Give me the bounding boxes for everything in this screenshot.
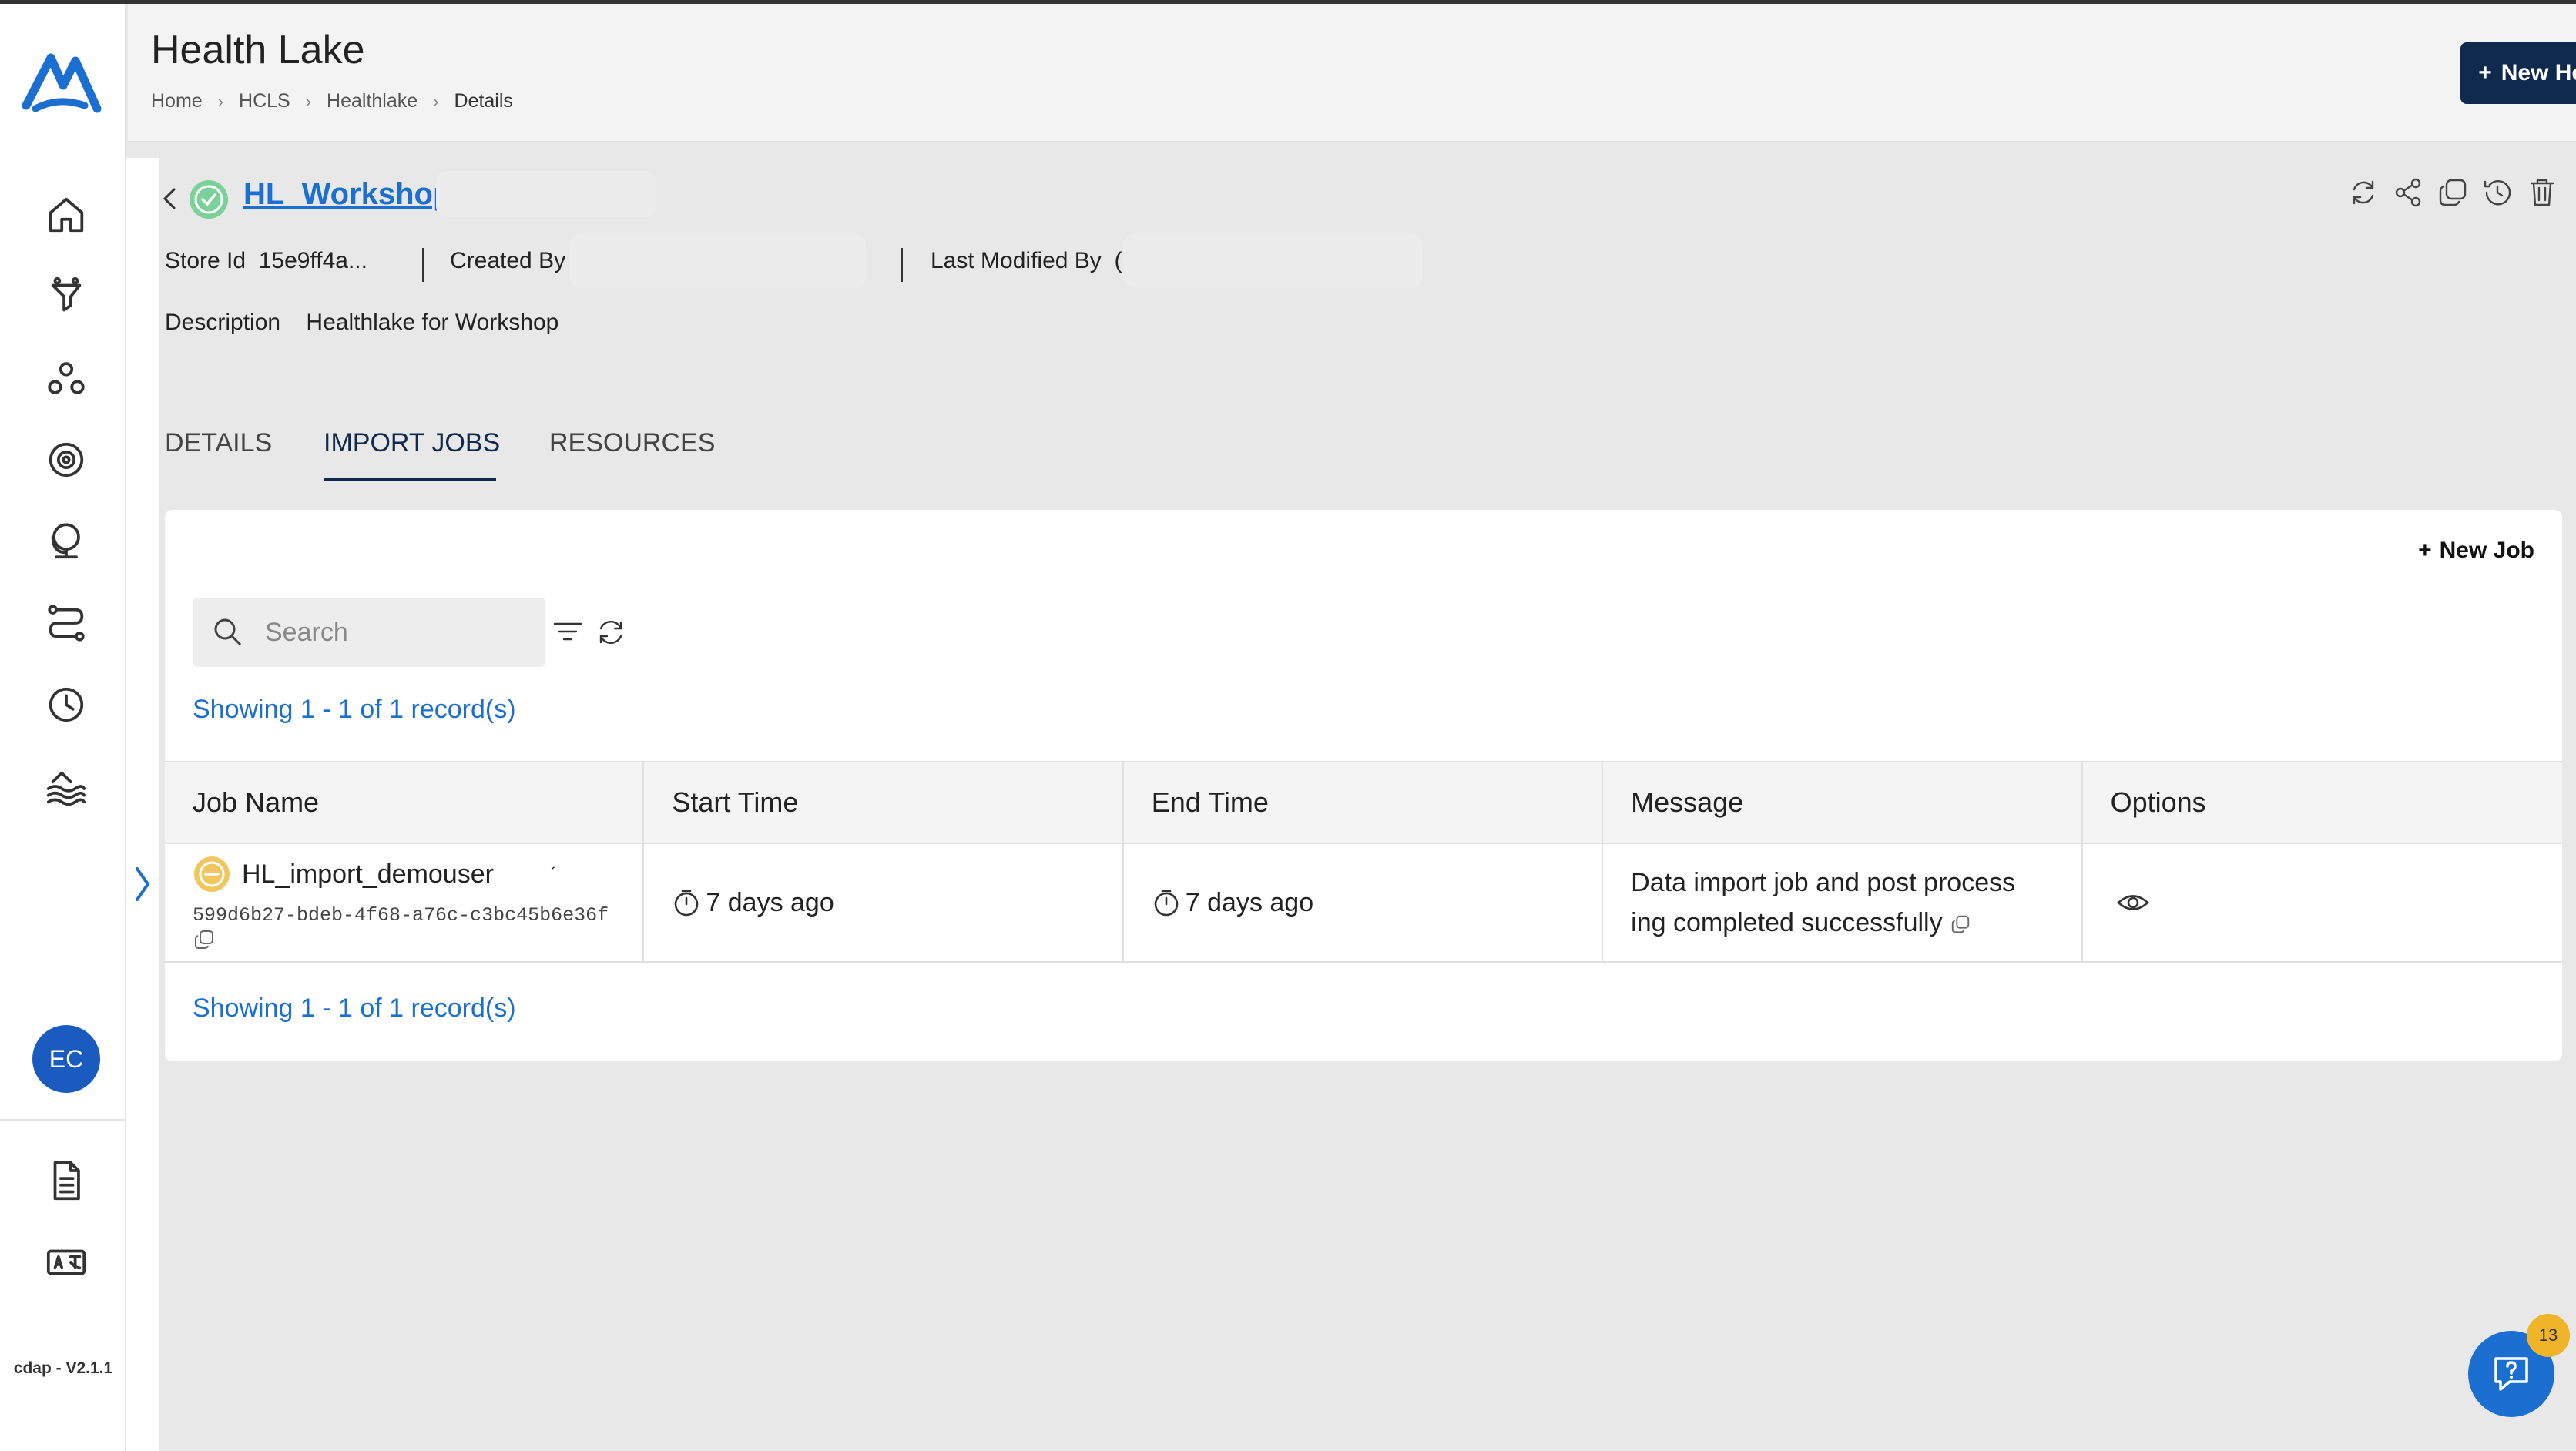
description-field: Description Healthlake for Workshop [165, 310, 558, 336]
created-by-field: Created By [450, 248, 565, 274]
back-chevron-icon[interactable] [160, 185, 179, 213]
workflow-icon[interactable] [40, 597, 92, 649]
redacted-area [1123, 234, 1422, 288]
user-avatar[interactable]: EC [32, 1025, 100, 1093]
job-name-mark: ´ [550, 864, 557, 883]
column-job-name[interactable]: Job Name [165, 762, 645, 843]
trash-icon[interactable] [2525, 176, 2559, 209]
column-message[interactable]: Message [1603, 762, 2083, 843]
app-logo[interactable] [20, 42, 105, 119]
share-icon[interactable] [2391, 176, 2425, 209]
lake-waves-icon[interactable] [40, 760, 92, 813]
redacted-area [436, 171, 656, 217]
new-healthlake-button[interactable]: + New Healthlake [2460, 42, 2576, 104]
page-header: Health Lake Home › HCLS › Healthlake › D… [128, 4, 2576, 142]
start-time: 7 days ago [706, 887, 834, 917]
refresh-list-icon[interactable] [593, 615, 629, 650]
status-in-progress-icon [194, 856, 230, 892]
column-start-time[interactable]: Start Time [644, 762, 1124, 843]
column-options: Options [2110, 786, 2206, 818]
help-chat-icon [2494, 1357, 2528, 1391]
table-row[interactable]: HL_import_demouser ´ 599d6b27-bdeb-4f68-… [165, 844, 2562, 963]
created-by-label: Created By [450, 248, 566, 273]
breadcrumb-healthlake[interactable]: Healthlake [327, 90, 418, 112]
timer-icon [1154, 890, 1179, 917]
meta-separator [901, 248, 903, 282]
avatar-initials: EC [49, 1044, 84, 1073]
status-success-icon [190, 180, 228, 219]
message-line-1: Data import job and post process [1631, 868, 2016, 897]
tab-details[interactable]: DETAILS [165, 428, 272, 458]
timer-icon [675, 890, 699, 917]
end-time: 7 days ago [1185, 887, 1314, 917]
breadcrumb-hcls[interactable]: HCLS [239, 90, 290, 112]
expand-sidebar-chevron-icon[interactable] [131, 863, 154, 906]
last-modified-field: Last Modified By ( [931, 248, 1122, 274]
breadcrumb-separator-icon: › [433, 91, 439, 111]
new-healthlake-label: New Healthlake [2501, 60, 2576, 85]
search-icon [214, 618, 242, 646]
store-id-value: 15e9ff4a... [258, 248, 367, 273]
import-jobs-panel: + New Job Showing 1 - 1 of 1 record(s) J… [165, 510, 2562, 1061]
meta-separator [422, 248, 424, 282]
notification-badge: 13 [2527, 1314, 2570, 1357]
records-count-top: Showing 1 - 1 of 1 record(s) [193, 695, 516, 724]
jobs-table: Job Name Start Time End Time Message Opt… [165, 761, 2562, 963]
plus-icon: + [2478, 60, 2492, 85]
sidebar-collapse-strip [126, 158, 159, 1451]
redacted-area [570, 234, 866, 288]
globe-stand-icon[interactable] [40, 515, 92, 568]
new-job-button[interactable]: + New Job [2418, 538, 2534, 564]
breadcrumb-separator-icon: › [305, 91, 312, 111]
refresh-icon[interactable] [2346, 176, 2380, 209]
job-id: 599d6b27-bdeb-4f68-a76c-c3bc45b6e36f [193, 904, 609, 927]
job-name-cell: HL_import_demouser ´ 599d6b27-bdeb-4f68-… [165, 844, 645, 961]
message-line-2: ing completed successfully [1631, 908, 1943, 937]
translate-icon[interactable] [40, 1236, 92, 1288]
app-version: cdap - V2.1.1 [13, 1359, 113, 1377]
active-tab-indicator [324, 478, 496, 481]
detail-actions [2346, 176, 2559, 209]
users-icon[interactable] [40, 352, 92, 404]
sidebar: EC cdap - V2.1.1 [0, 4, 126, 1451]
copy-icon[interactable] [1950, 913, 1971, 935]
history-icon[interactable] [2480, 176, 2514, 209]
document-icon[interactable] [40, 1154, 92, 1207]
search-input[interactable] [265, 617, 527, 648]
clock-icon[interactable] [40, 679, 92, 731]
filter-icon[interactable] [550, 615, 585, 650]
last-modified-label: Last Modified By [931, 248, 1102, 273]
options-cell [2083, 844, 2562, 961]
breadcrumb: Home › HCLS › Healthlake › Details [151, 90, 513, 112]
tab-import-jobs[interactable]: IMPORT JOBS [324, 428, 500, 458]
view-eye-icon[interactable] [2115, 885, 2151, 920]
copy-icon[interactable] [2436, 176, 2470, 209]
page-title: Health Lake [151, 28, 365, 72]
column-end-time[interactable]: End Time [1124, 762, 1604, 843]
home-icon[interactable] [40, 189, 92, 241]
start-time-cell: 7 days ago [644, 844, 1124, 961]
breadcrumb-separator-icon: › [217, 91, 224, 111]
tab-resources[interactable]: RESOURCES [549, 428, 715, 458]
store-name-link[interactable]: HL_Workshop_ [243, 177, 469, 212]
settings-gear-icon[interactable] [40, 434, 92, 486]
plus-icon: + [2418, 538, 2432, 563]
records-count-bottom: Showing 1 - 1 of 1 record(s) [193, 994, 516, 1023]
sidebar-divider [0, 1119, 126, 1121]
funnel-icon[interactable] [40, 270, 92, 323]
new-job-label: New Job [2439, 538, 2534, 563]
description-value: Healthlake for Workshop [306, 310, 559, 335]
last-modified-value: ( [1114, 248, 1122, 273]
store-id-field: Store Id 15e9ff4a... [165, 248, 367, 274]
search-box [193, 598, 545, 667]
job-name[interactable]: HL_import_demouser [242, 860, 494, 890]
table-header: Job Name Start Time End Time Message Opt… [165, 761, 2562, 844]
copy-icon[interactable] [193, 928, 216, 951]
end-time-cell: 7 days ago [1124, 844, 1604, 961]
breadcrumb-home[interactable]: Home [151, 90, 203, 112]
breadcrumb-details: Details [454, 90, 513, 112]
description-label: Description [165, 310, 281, 335]
store-id-label: Store Id [165, 248, 247, 273]
message-cell: Data import job and post process ing com… [1603, 844, 2083, 961]
